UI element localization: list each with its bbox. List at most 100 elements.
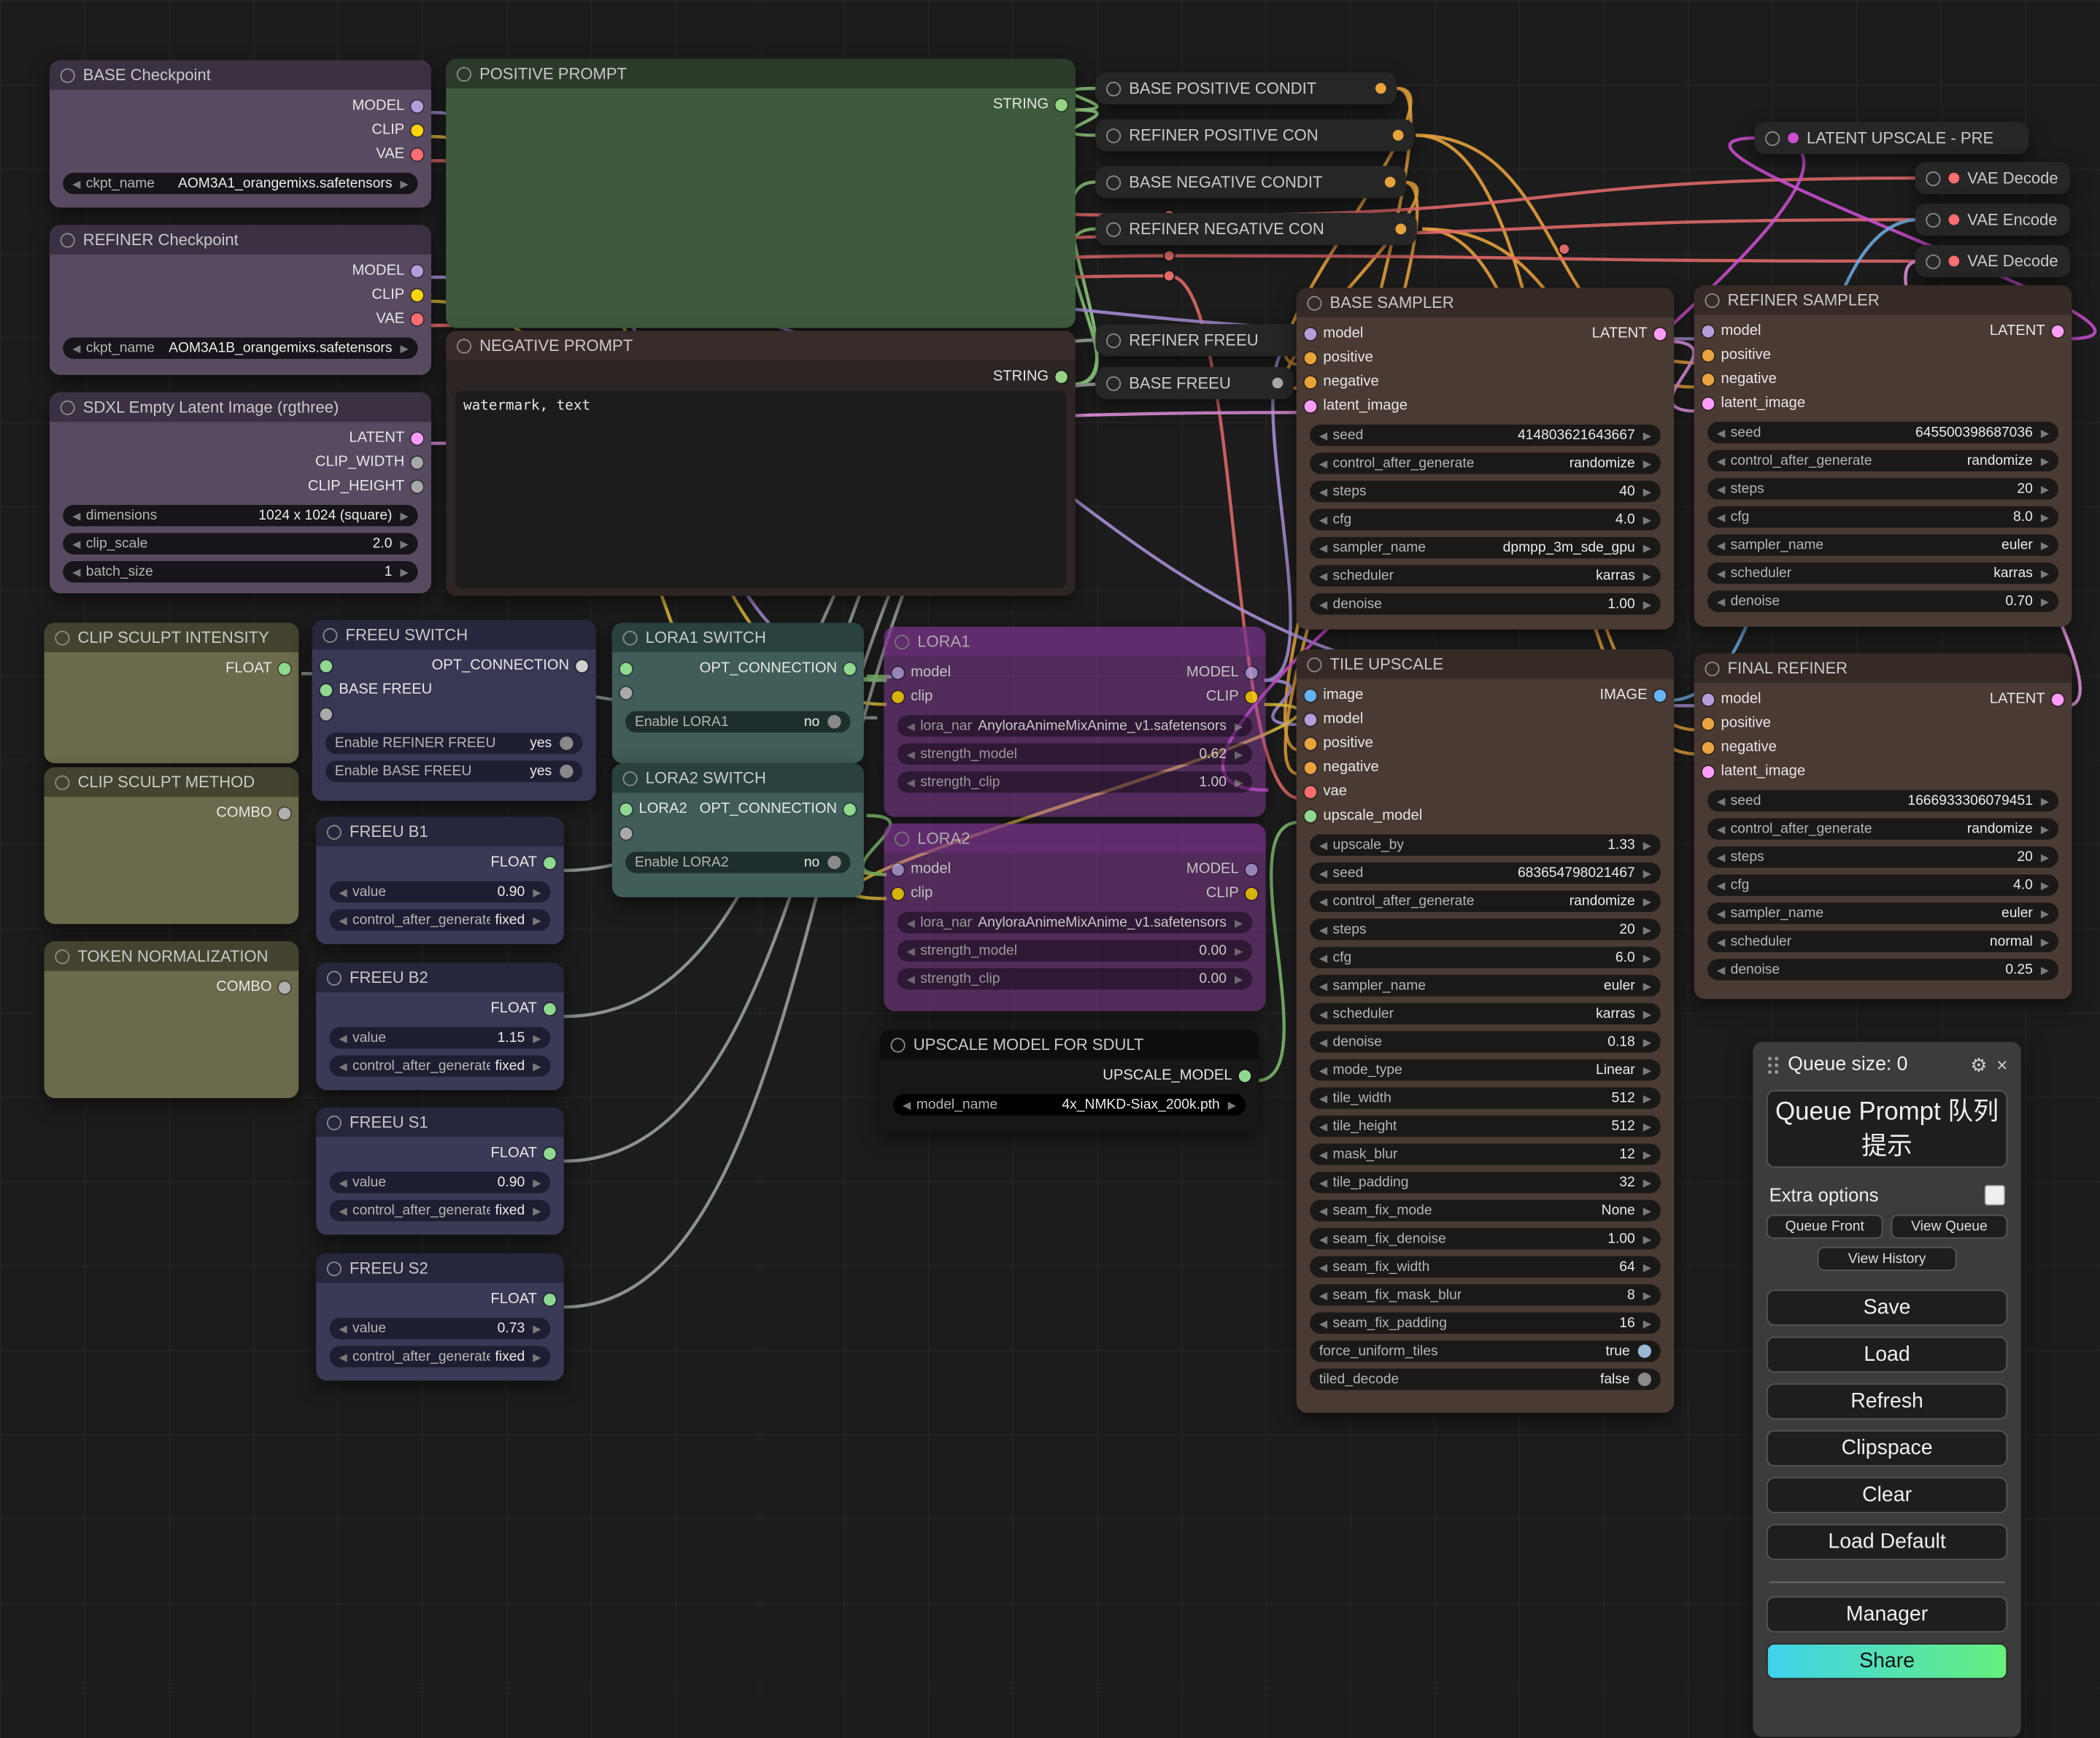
collapsed-input-dot[interactable] xyxy=(1949,173,1960,184)
input-slot[interactable]: BASE FREEU xyxy=(320,681,433,698)
widget-tile-padding[interactable]: ◀tile_padding32▶ xyxy=(1310,1172,1661,1193)
node-positive-prompt[interactable]: POSITIVE PROMPT STRING xyxy=(446,59,1076,328)
output-dot[interactable] xyxy=(1654,328,1667,340)
increment-arrow[interactable]: ▶ xyxy=(2041,455,2049,467)
widget-denoise[interactable]: ◀denoise1.00▶ xyxy=(1310,593,1661,614)
collapse-toggle-icon[interactable] xyxy=(1765,131,1780,145)
input-dot[interactable] xyxy=(1702,765,1715,778)
decrement-arrow[interactable]: ◀ xyxy=(1319,1232,1327,1245)
node-header[interactable]: BASE NEGATIVE CONDIT xyxy=(1095,166,1406,198)
increment-arrow[interactable]: ▶ xyxy=(1643,1205,1651,1217)
input-slot[interactable]: negative xyxy=(1305,760,1379,776)
output-dot[interactable] xyxy=(844,803,856,815)
collapse-toggle-icon[interactable] xyxy=(1106,222,1121,236)
widget-steps[interactable]: ◀steps20▶ xyxy=(1707,478,2058,499)
widget-control-after-generate[interactable]: ◀control_after_generaterandomize▶ xyxy=(1310,891,1661,912)
increment-arrow[interactable]: ▶ xyxy=(1235,748,1243,760)
increment-arrow[interactable]: ▶ xyxy=(2041,964,2049,976)
collapsed-output-dot[interactable] xyxy=(1393,130,1404,141)
increment-arrow[interactable]: ▶ xyxy=(1643,951,1651,964)
output-slot[interactable]: MODEL xyxy=(352,263,423,279)
decrement-arrow[interactable]: ◀ xyxy=(907,945,915,957)
widget-lora-name[interactable]: ◀lora_nameAnyloraAnimeMixAnime_v1.safete… xyxy=(897,715,1252,736)
output-dot[interactable] xyxy=(411,148,423,161)
decrement-arrow[interactable]: ◀ xyxy=(1319,1317,1327,1329)
output-slot[interactable]: LATENT xyxy=(349,430,423,446)
input-slot[interactable]: positive xyxy=(1305,349,1373,366)
decrement-arrow[interactable]: ◀ xyxy=(907,748,915,760)
widget-steps[interactable]: ◀steps20▶ xyxy=(1707,846,2058,868)
collapse-toggle-icon[interactable] xyxy=(622,770,637,785)
output-dot[interactable] xyxy=(1246,863,1258,876)
node-header[interactable]: FREEU B1 xyxy=(316,817,564,846)
widget-control-after-generate[interactable]: ◀control_after_generatefixed▶ xyxy=(330,1200,551,1221)
increment-arrow[interactable]: ▶ xyxy=(1643,1289,1651,1302)
output-slot[interactable]: COMBO xyxy=(216,979,290,995)
decrement-arrow[interactable]: ◀ xyxy=(1319,924,1327,936)
input-slot[interactable]: positive xyxy=(1305,735,1373,752)
increment-arrow[interactable]: ▶ xyxy=(400,342,408,355)
output-slot[interactable]: CLIP xyxy=(1206,688,1258,704)
output-dot[interactable] xyxy=(1246,666,1258,679)
collapse-toggle-icon[interactable] xyxy=(61,400,75,414)
widget-control-after-generate[interactable]: ◀control_after_generatefixed▶ xyxy=(330,1055,551,1076)
output-slot[interactable]: STRING xyxy=(993,96,1068,112)
output-dot[interactable] xyxy=(279,807,291,819)
decrement-arrow[interactable]: ◀ xyxy=(1717,483,1725,495)
input-dot[interactable] xyxy=(1305,713,1317,725)
output-slot[interactable]: CLIP xyxy=(371,287,423,303)
node-freeu-s1[interactable]: FREEU S1FLOAT◀value0.90▶◀control_after_g… xyxy=(316,1108,564,1235)
increment-arrow[interactable]: ▶ xyxy=(2041,567,2049,579)
increment-arrow[interactable]: ▶ xyxy=(1643,867,1651,879)
decrement-arrow[interactable]: ◀ xyxy=(1319,951,1327,964)
collapse-toggle-icon[interactable] xyxy=(1307,657,1321,671)
view-queue-button[interactable]: View Queue xyxy=(1891,1215,2008,1239)
collapse-toggle-icon[interactable] xyxy=(895,634,909,649)
node-header[interactable]: FREEU B2 xyxy=(316,963,564,992)
collapse-toggle-icon[interactable] xyxy=(895,831,909,846)
output-slot[interactable]: LATENT xyxy=(1592,325,1667,341)
input-slot[interactable]: model xyxy=(1305,325,1364,341)
toggle-knob[interactable] xyxy=(1638,1345,1651,1358)
input-slot[interactable]: model xyxy=(1702,691,1761,707)
decrement-arrow[interactable]: ◀ xyxy=(1717,795,1725,807)
node-header[interactable]: VAE Decode xyxy=(1915,162,2071,194)
node-header[interactable]: POSITIVE PROMPT xyxy=(446,59,1076,88)
collapsed-output-dot[interactable] xyxy=(1395,224,1406,235)
output-dot[interactable] xyxy=(1055,370,1068,382)
widget-seed[interactable]: ◀seed414803621643667▶ xyxy=(1310,425,1661,446)
node-header[interactable]: LORA2 xyxy=(884,824,1265,853)
decrement-arrow[interactable]: ◀ xyxy=(1717,907,1725,919)
widget-steps[interactable]: ◀steps20▶ xyxy=(1310,919,1661,940)
increment-arrow[interactable]: ▶ xyxy=(1643,1036,1651,1048)
node-clip-sculpt-intensity[interactable]: CLIP SCULPT INTENSITYFLOAT xyxy=(45,622,299,763)
decrement-arrow[interactable]: ◀ xyxy=(907,720,915,733)
widget-control-after-generate[interactable]: ◀control_after_generaterandomize▶ xyxy=(1310,452,1661,474)
input-slot[interactable]: negative xyxy=(1702,739,1777,755)
widget-mask-blur[interactable]: ◀mask_blur12▶ xyxy=(1310,1143,1661,1165)
increment-arrow[interactable]: ▶ xyxy=(1643,1120,1651,1132)
increment-arrow[interactable]: ▶ xyxy=(1643,1232,1651,1245)
input-slot[interactable]: latent_image xyxy=(1702,395,1805,411)
input-dot[interactable] xyxy=(1702,349,1715,361)
output-dot[interactable] xyxy=(1055,99,1068,111)
output-slot[interactable]: STRING xyxy=(993,368,1068,385)
input-dot[interactable] xyxy=(1305,689,1317,701)
output-slot[interactable]: CLIP_HEIGHT xyxy=(308,478,423,494)
input-slot[interactable] xyxy=(620,663,639,675)
widget-value[interactable]: ◀value1.15▶ xyxy=(330,1027,551,1048)
input-slot[interactable]: latent_image xyxy=(1305,398,1408,414)
settings-gear-icon[interactable]: ⚙ xyxy=(1970,1054,1987,1076)
node-final-refiner[interactable]: FINAL REFINERmodelLATENTpositivenegative… xyxy=(1694,654,2072,1000)
node-base-freeu[interactable]: BASE FREEU xyxy=(1095,367,1294,399)
node-header[interactable]: LORA1 xyxy=(884,627,1265,656)
collapse-toggle-icon[interactable] xyxy=(622,630,637,645)
input-slot[interactable]: negative xyxy=(1702,371,1777,387)
collapse-toggle-icon[interactable] xyxy=(1106,333,1121,347)
widget-value[interactable]: ◀value0.90▶ xyxy=(330,1172,551,1193)
node-header[interactable]: LATENT UPSCALE - PRE xyxy=(1754,122,2028,154)
decrement-arrow[interactable]: ◀ xyxy=(1717,427,1725,439)
node-latent-upscale-pre[interactable]: LATENT UPSCALE - PRE xyxy=(1754,122,2028,154)
collapse-toggle-icon[interactable] xyxy=(327,1115,341,1129)
node-sdxl-empty-latent[interactable]: SDXL Empty Latent Image (rgthree)LATENTC… xyxy=(50,393,431,593)
